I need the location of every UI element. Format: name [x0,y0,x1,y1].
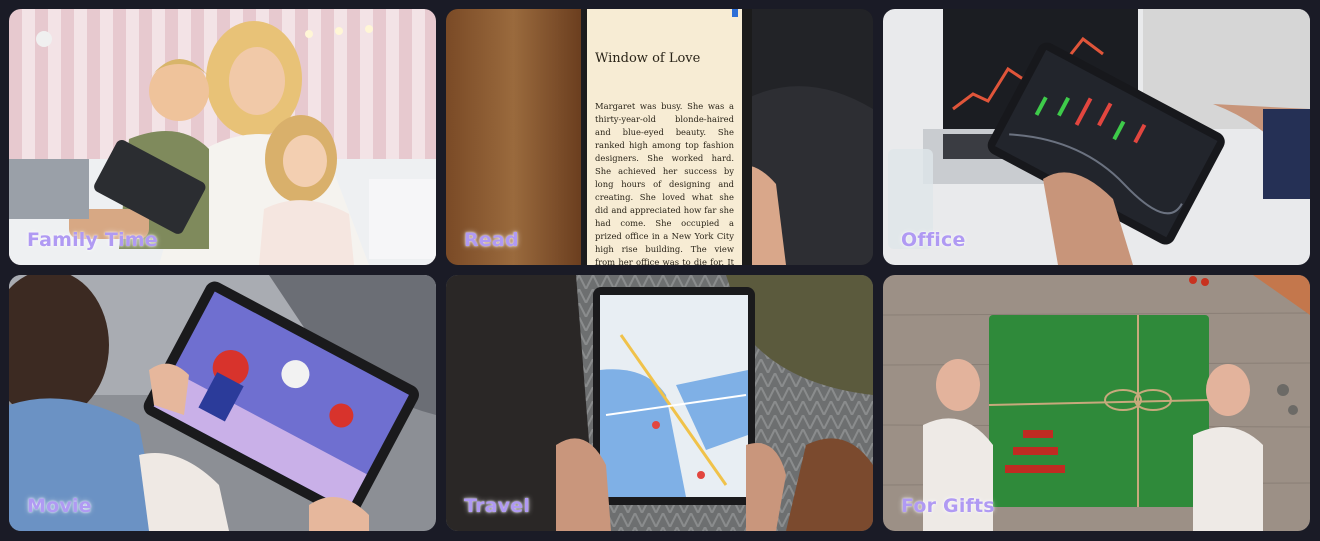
caption-for-gifts: For Gifts [901,495,995,517]
tile-family-time[interactable]: Family Time [9,9,436,265]
tile-for-gifts[interactable]: For Gifts [883,275,1310,531]
tile-office[interactable]: Office [883,9,1310,265]
gifts-photo [883,275,1310,531]
family-photo [9,9,436,265]
caption-read: Read [464,229,519,251]
movie-photo [9,275,436,531]
caption-travel: Travel [464,495,531,517]
caption-family-time: Family Time [27,229,158,251]
use-case-grid: Family Time Window of Love Margaret was … [9,9,1311,533]
book-text: Margaret was busy. She was a thirty-year… [595,101,734,265]
travel-photo [446,275,873,531]
office-photo [883,9,1310,265]
tile-travel[interactable]: Travel [446,275,873,531]
book-title: Window of Love [595,51,701,66]
caption-office: Office [901,229,966,251]
e-reader-screen: Window of Love Margaret was busy. She wa… [584,9,752,265]
tile-movie[interactable]: Movie [9,275,436,531]
caption-movie: Movie [27,495,92,517]
tile-read[interactable]: Window of Love Margaret was busy. She wa… [446,9,873,265]
bookmark-icon [732,9,738,17]
